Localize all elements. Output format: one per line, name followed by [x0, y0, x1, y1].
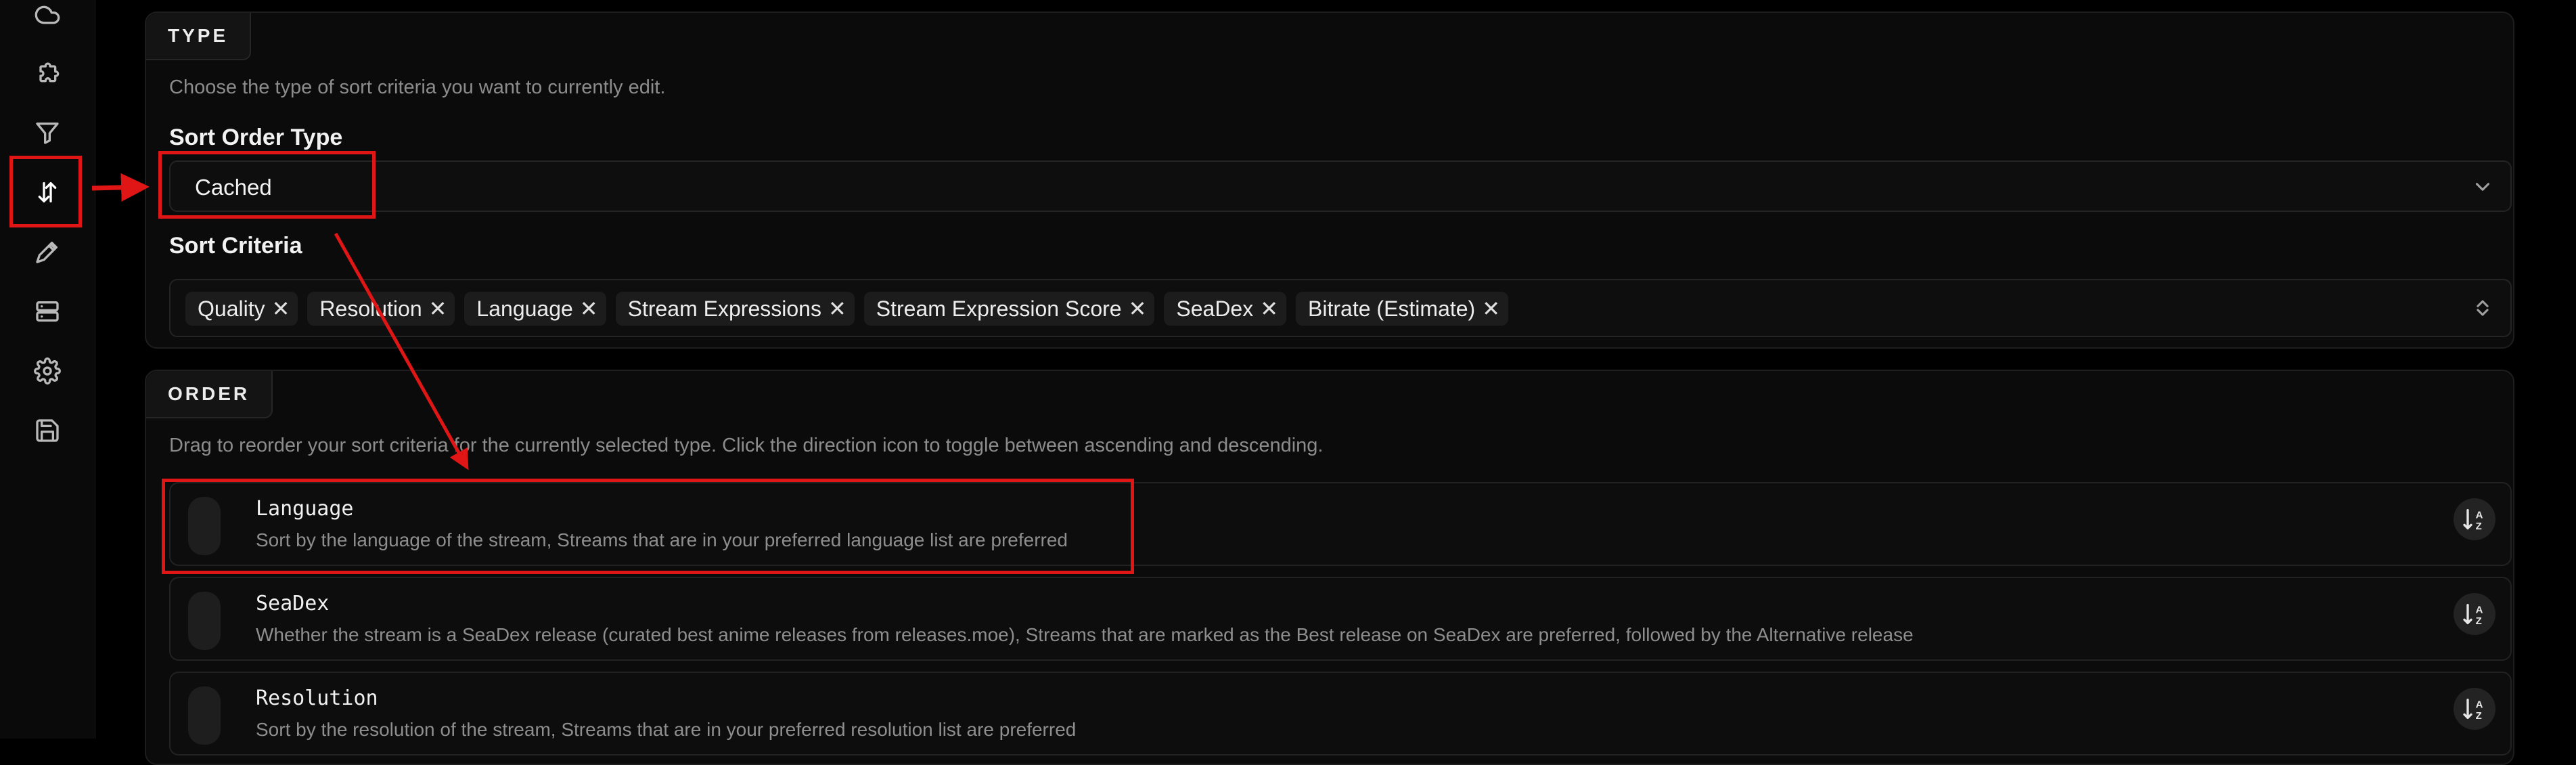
save-icon: [36, 419, 59, 442]
drag-handle[interactable]: [188, 592, 221, 650]
sort-direction-button[interactable]: AZ: [2454, 688, 2495, 730]
sort-ascending-az-icon: AZ: [2463, 604, 2483, 627]
sort-criteria-multiselect[interactable]: Quality ✕ Resolution ✕ Language ✕ Stream Ex…: [169, 279, 2512, 337]
row-description: Whether the stream is a SeaDex release (…: [256, 624, 1914, 645]
chip-label: Quality: [198, 296, 265, 321]
chip-resolution: Resolution ✕: [307, 292, 455, 326]
server-icon: [36, 301, 59, 322]
nav-settings-button[interactable]: [18, 341, 77, 401]
sort-direction-button[interactable]: AZ: [2454, 593, 2495, 635]
pen-icon: [36, 242, 58, 263]
chip-label: Language: [476, 296, 573, 321]
row-title: Language: [256, 497, 354, 521]
remove-chip-icon[interactable]: ✕: [580, 296, 598, 322]
sort-criterion-row[interactable]: SeaDex Whether the stream is a SeaDex re…: [169, 577, 2512, 661]
chip-seadex: SeaDex ✕: [1164, 292, 1287, 326]
chip-label: Resolution: [319, 296, 422, 321]
sort-ascending-az-icon: AZ: [2463, 509, 2483, 532]
sort-criterion-row[interactable]: Resolution Sort by the resolution of the…: [169, 672, 2512, 756]
chip-bitrate-estimate: Bitrate (Estimate) ✕: [1296, 292, 1509, 326]
type-description: Choose the type of sort criteria you wan…: [169, 76, 666, 98]
row-description: Sort by the resolution of the stream, St…: [256, 719, 1077, 740]
nav-formatter-button[interactable]: [18, 222, 77, 282]
chip-stream-expression-score: Stream Expression Score ✕: [863, 292, 1155, 326]
chevron-up-down-icon: [2471, 297, 2494, 320]
sort-ascending-az-icon: AZ: [2463, 699, 2483, 722]
nav-filter-button[interactable]: [18, 103, 77, 162]
chip-stream-expressions: Stream Expressions ✕: [615, 292, 855, 326]
drag-handle[interactable]: [188, 686, 221, 745]
nav-cloud-button[interactable]: [18, 0, 77, 45]
remove-chip-icon[interactable]: ✕: [1129, 296, 1147, 322]
sort-criteria-label: Sort Criteria: [169, 233, 302, 259]
row-title: Resolution: [256, 686, 378, 710]
sidebar: [0, 0, 95, 739]
svg-text:Z: Z: [2476, 710, 2482, 722]
chip-label: Stream Expression Score: [876, 296, 1122, 321]
remove-chip-icon[interactable]: ✕: [1260, 296, 1278, 322]
cloud-icon: [35, 5, 60, 24]
sort-order-type-label: Sort Order Type: [169, 125, 343, 150]
chip-label: Bitrate (Estimate): [1308, 296, 1476, 321]
order-section-tab: ORDER: [146, 371, 273, 418]
type-section-tab: TYPE: [146, 13, 252, 60]
drag-handle[interactable]: [188, 497, 221, 555]
filter-icon: [36, 123, 59, 144]
row-description: Sort by the language of the stream, Stre…: [256, 529, 1068, 550]
svg-text:A: A: [2476, 509, 2483, 521]
chip-label: SeaDex: [1176, 296, 1254, 321]
sort-order-type-value: Cached: [195, 175, 272, 200]
sort-order-type-select[interactable]: Cached: [169, 160, 2512, 212]
nav-sort-button[interactable]: [18, 162, 77, 222]
type-card: TYPE Choose the type of sort criteria yo…: [145, 12, 2514, 349]
chevron-down-icon: [2471, 175, 2494, 198]
svg-text:A: A: [2476, 699, 2483, 710]
remove-chip-icon[interactable]: ✕: [272, 296, 290, 322]
nav-save-button[interactable]: [18, 401, 77, 460]
sort-icon: [38, 182, 57, 202]
svg-text:A: A: [2476, 604, 2483, 615]
chip-label: Stream Expressions: [627, 296, 821, 321]
remove-chip-icon[interactable]: ✕: [828, 296, 846, 322]
sort-criterion-row[interactable]: Language Sort by the language of the str…: [169, 482, 2512, 566]
nav-extensions-button[interactable]: [18, 43, 77, 103]
order-description: Drag to reorder your sort criteria for t…: [169, 435, 1324, 456]
gear-icon: [34, 357, 61, 385]
puzzle-icon: [39, 62, 60, 83]
svg-text:Z: Z: [2476, 615, 2482, 627]
arrow-to-dropdown: [91, 173, 150, 202]
nav-services-button[interactable]: [18, 282, 77, 341]
remove-chip-icon[interactable]: ✕: [429, 296, 447, 322]
row-title: SeaDex: [256, 592, 330, 615]
svg-text:Z: Z: [2476, 521, 2482, 532]
sort-direction-button[interactable]: AZ: [2454, 498, 2495, 540]
chip-language: Language ✕: [464, 292, 606, 326]
chip-quality: Quality ✕: [185, 292, 298, 326]
remove-chip-icon[interactable]: ✕: [1482, 296, 1500, 322]
order-card: ORDER Drag to reorder your sort criteria…: [145, 370, 2514, 765]
